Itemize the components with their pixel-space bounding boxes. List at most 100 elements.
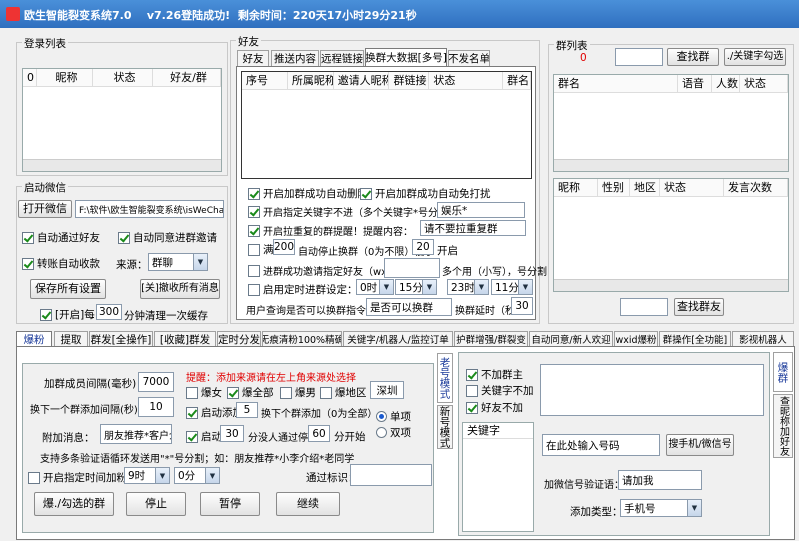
add-type-select[interactable]: 手机号 ▼ <box>620 499 702 517</box>
tab-guard-group[interactable]: 护群增强/群裂变 <box>454 331 528 346</box>
keyword-list[interactable]: 关键字 <box>462 422 534 532</box>
switch-interval-input[interactable]: 10 <box>138 397 174 417</box>
group-list-scrollbar[interactable] <box>554 159 788 171</box>
group-data-list[interactable]: 序号 所属昵称 邀请人昵称 群链接 状态 群名 <box>241 71 532 179</box>
member-list-scrollbar[interactable] <box>554 279 788 291</box>
schedule-hour2-select[interactable]: 23时 ▼ <box>447 279 489 295</box>
no-friend-checkbox[interactable]: 好友不加 <box>466 400 523 415</box>
source-select[interactable]: 群聊 ▼ <box>148 253 208 271</box>
group-list[interactable]: 群名 语音 人数 状态 <box>553 74 789 172</box>
keyword-filter-checkbox[interactable]: 开启指定关键字不进（多个关键字*号分割）： <box>248 204 463 219</box>
member-search-input[interactable] <box>620 298 668 316</box>
auto-mute-checkbox[interactable]: 开启加群成功自动免打扰 <box>360 186 491 201</box>
burst-female-checkbox[interactable]: 爆女 <box>186 385 222 400</box>
full-stop-checkbox[interactable]: 满 <box>248 242 274 257</box>
burst-region-checkbox[interactable]: 爆地区 <box>320 385 367 400</box>
tab-friends[interactable]: 好友 <box>237 50 269 66</box>
tab-nickname-add[interactable]: 查昵称加好友 <box>773 394 793 458</box>
double-radio[interactable]: 双项 <box>376 425 411 440</box>
no-keyword-checkbox[interactable]: 关键字不加 <box>466 383 534 398</box>
full-count-input[interactable]: 200 <box>273 239 295 255</box>
radio-icon <box>376 427 387 438</box>
find-member-button[interactable]: 查找群友 <box>674 298 724 316</box>
auto-add-checkbox[interactable]: 启动添加 <box>186 405 243 420</box>
open-wechat-button[interactable]: 打开微信 <box>18 200 72 218</box>
tab-new-account-mode[interactable]: 新号模式 <box>437 405 453 449</box>
login-list-scrollbar[interactable] <box>23 159 221 171</box>
clear-cache-checkbox[interactable]: [开启]每 <box>40 307 95 322</box>
radio-icon <box>376 411 387 422</box>
tab-keyword-robot[interactable]: 关键字/机器人/监控订单 <box>343 331 453 346</box>
col-group-name: 群名 <box>503 72 531 89</box>
schedule-checkbox[interactable]: 启用定时进群设定： <box>248 282 358 297</box>
save-settings-button[interactable]: 保存所有设置 <box>30 279 106 299</box>
login-list[interactable]: 0 昵称 状态 好友/群 <box>22 68 222 172</box>
tab-group-ops[interactable]: 群操作[全功能] <box>659 331 731 346</box>
burst-male-checkbox[interactable]: 爆男 <box>280 385 316 400</box>
no-group-owner-checkbox[interactable]: 不加群主 <box>466 367 523 382</box>
keyword-select-button[interactable]: ./关键字勾选 <box>724 48 786 66</box>
search-phone-button[interactable]: 搜手机/微信号 <box>666 434 734 456</box>
label: 启用定时进群设定： <box>263 284 358 296</box>
schedule-min2-select[interactable]: 11分 ▼ <box>491 279 533 295</box>
tab-old-account-mode[interactable]: 老号模式 <box>437 353 453 403</box>
pass-input[interactable] <box>350 464 432 486</box>
add-interval-input[interactable]: 7000 <box>138 372 174 392</box>
find-group-button[interactable]: 查找群 <box>667 48 719 66</box>
resume-button[interactable]: 继续 <box>276 492 340 516</box>
auto-delete-checkbox[interactable]: 开启加群成功自动删除 <box>248 186 368 201</box>
tab-wxid-burst[interactable]: wxid爆粉 <box>614 331 658 346</box>
group-search-input[interactable] <box>615 48 663 66</box>
start-checkbox[interactable]: 启动 <box>186 429 222 444</box>
region-input[interactable]: 深圳 <box>370 381 404 399</box>
tab-video-robot[interactable]: 影视机器人 <box>732 331 794 346</box>
clear-cache-suffix: 分钟清理一次缓存 <box>124 310 208 322</box>
timed-hour-select[interactable]: 9时 ▼ <box>124 467 170 484</box>
duplicate-remind-input[interactable]: 请不要拉重复群 <box>420 220 526 236</box>
auto-accept-friend-checkbox[interactable]: 自动通过好友 <box>22 230 100 245</box>
auto-accept-invite-checkbox[interactable]: 自动同意进群邀请 <box>118 230 217 245</box>
member-list[interactable]: 昵称 性别 地区 状态 发言次数 <box>553 178 789 292</box>
tab-no-send-list[interactable]: 不发名单 <box>448 50 490 66</box>
invite-wxid-input[interactable] <box>384 258 440 278</box>
tab-scheduled[interactable]: 定时分发 <box>217 331 261 346</box>
attach-label: 附加消息： <box>42 432 95 444</box>
clear-cache-minutes-input[interactable]: 300 <box>96 304 122 320</box>
tab-extract[interactable]: 提取 <box>54 331 88 346</box>
auto-transfer-checkbox[interactable]: 转账自动收款 <box>22 256 100 271</box>
tab-group-bigdata[interactable]: 换群大数据[多号] <box>365 48 447 66</box>
verify-input[interactable]: 请加我 <box>618 470 702 490</box>
pause-button[interactable]: 暂停 <box>200 492 260 516</box>
full-low-input[interactable]: 20 <box>412 239 434 255</box>
keyword-filter-input[interactable]: 娱乐* <box>437 202 525 218</box>
tab-mass-send[interactable]: 群发[全操作] <box>89 331 153 346</box>
tab-favorite-send[interactable]: [收藏]群发 <box>154 331 216 346</box>
tab-push-content[interactable]: 推送内容 <box>271 50 319 66</box>
label: 开启加群成功自动免打扰 <box>375 188 491 200</box>
tab-auto-accept[interactable]: 自动同意/新人欢迎 <box>529 331 613 346</box>
start-minutes-input[interactable]: 30 <box>220 425 244 442</box>
phone-input[interactable]: 在此处输入号码 <box>542 434 660 456</box>
query-input[interactable]: 是否可以换群 <box>366 298 452 316</box>
close-messages-button[interactable]: [关]撤收所有消息 <box>140 279 220 299</box>
schedule-min1-select[interactable]: 15分 ▼ <box>395 279 437 295</box>
stop-button[interactable]: 停止 <box>126 492 186 516</box>
attach-input[interactable]: 朋友推荐*客户介 <box>100 424 172 444</box>
restart-minutes-input[interactable]: 60 <box>308 425 330 442</box>
duplicate-remind-checkbox[interactable]: 开启拉重复的群提醒！提醒内容： <box>248 223 413 238</box>
tab-burst-group[interactable]: 爆群 <box>773 352 793 392</box>
tab-clear-fans[interactable]: 无痕清粉100%精确 <box>262 331 342 346</box>
keyword-textarea[interactable] <box>540 364 764 416</box>
delay-input[interactable]: 30 <box>511 297 533 315</box>
single-radio[interactable]: 单项 <box>376 409 411 424</box>
auto-add-input[interactable]: 5 <box>236 402 258 418</box>
schedule-hour1-select[interactable]: 0时 ▼ <box>356 279 394 295</box>
burst-all-checkbox[interactable]: 爆全部 <box>227 385 274 400</box>
timed-min-select[interactable]: 0分 ▼ <box>174 467 220 484</box>
tab-burst[interactable]: 爆粉 <box>16 331 52 347</box>
wechat-path-input[interactable]: F:\软件\欧生智能裂变系统\isWeCha <box>75 200 224 218</box>
timed-add-checkbox[interactable]: 开启指定时间加粉： <box>28 470 138 485</box>
value: 0分 <box>178 470 196 482</box>
tab-remote-link[interactable]: 远程链接 <box>320 50 364 66</box>
burst-selected-button[interactable]: 爆./勾选的群 <box>34 492 114 516</box>
